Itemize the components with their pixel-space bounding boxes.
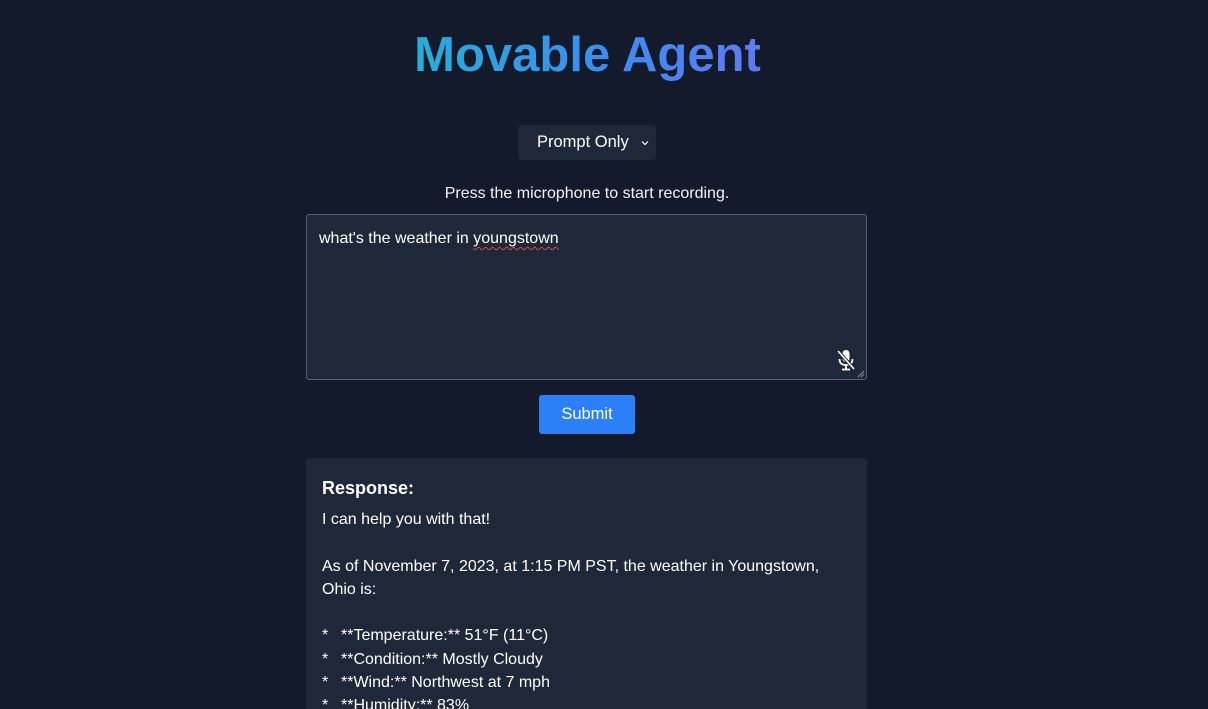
response-intro: I can help you with that! — [322, 511, 491, 528]
chevron-down-icon — [641, 141, 649, 146]
mode-select-value: Prompt Only — [537, 133, 629, 151]
resize-handle-icon[interactable] — [857, 370, 865, 378]
list-item: * **Wind:** Northwest at 7 mph — [322, 671, 852, 694]
bullet-marker: * — [322, 650, 329, 668]
list-item: * **Temperature:** 51°F (11°C) — [322, 624, 852, 647]
submit-button[interactable]: Submit — [539, 395, 635, 434]
recording-hint: Press the microphone to start recording. — [444, 185, 730, 202]
microphone-off-icon[interactable] — [836, 349, 856, 371]
bullet-marker: * — [322, 697, 329, 709]
prompt-text: what's the weather in youngstown — [319, 230, 559, 248]
bullet-text: **Wind:** Northwest at 7 mph — [341, 674, 550, 692]
list-item: * **Condition:** Mostly Cloudy — [322, 648, 852, 671]
response-heading: Response: — [322, 478, 415, 498]
prompt-textarea[interactable]: what's the weather in youngstown — [306, 214, 867, 380]
bullet-text: **Temperature:** 51°F (11°C) — [341, 627, 549, 645]
list-item: * **Humidity:** 83% — [322, 694, 852, 709]
response-panel: Response: I can help you with that! As o… — [306, 458, 867, 709]
app-root: Movable Agent Prompt Only Press the micr… — [0, 0, 1208, 709]
bullet-text: **Condition:** Mostly Cloudy — [341, 650, 543, 668]
bullet-marker: * — [322, 627, 329, 645]
response-summary: As of November 7, 2023, at 1:15 PM PST, … — [322, 557, 820, 598]
bullet-text: **Humidity:** 83% — [341, 697, 470, 709]
page-title: Movable Agent — [0, 26, 1175, 84]
response-body: I can help you with that! As of November… — [322, 508, 852, 709]
prompt-text-main: what's the weather in — [319, 230, 474, 247]
mode-select[interactable]: Prompt Only — [518, 125, 656, 160]
prompt-text-misspelled: youngstown — [473, 230, 559, 247]
bullet-marker: * — [322, 674, 329, 692]
